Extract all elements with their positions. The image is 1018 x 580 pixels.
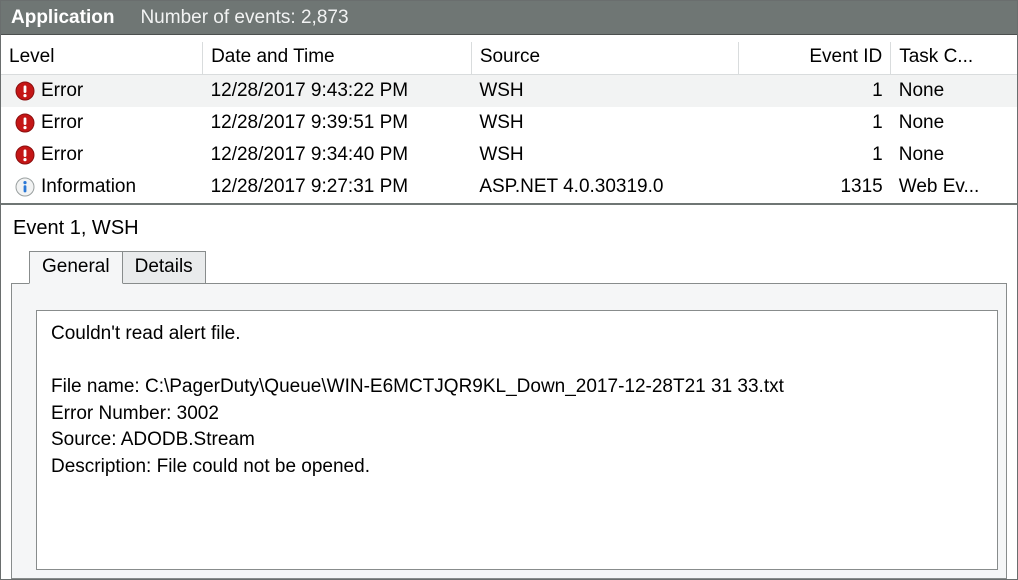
- event-grid-header-row[interactable]: Level Date and Time Source Event ID Task…: [1, 42, 1017, 75]
- table-row[interactable]: Error 12/28/2017 9:34:40 PMWSH1None: [1, 139, 1017, 171]
- cell-date: 12/28/2017 9:27:31 PM: [203, 171, 472, 203]
- error-icon: [15, 81, 35, 101]
- tab-details[interactable]: Details: [122, 251, 206, 284]
- event-count: Number of events: 2,873: [140, 7, 348, 29]
- cell-date: 12/28/2017 9:43:22 PM: [203, 75, 472, 108]
- information-icon: [15, 177, 35, 197]
- log-name: Application: [11, 7, 114, 29]
- level-label: Error: [41, 112, 83, 134]
- cell-date: 12/28/2017 9:39:51 PM: [203, 107, 472, 139]
- cell-task: Web Ev...: [891, 171, 1017, 203]
- event-message[interactable]: Couldn't read alert file. File name: C:\…: [36, 310, 998, 570]
- cell-date: 12/28/2017 9:34:40 PM: [203, 139, 472, 171]
- event-detail-pane: Event 1, WSH General Details Couldn't re…: [1, 205, 1017, 579]
- level-label: Information: [41, 176, 136, 198]
- cell-eventid: 1: [738, 75, 891, 108]
- error-icon: [15, 113, 35, 133]
- cell-task: None: [891, 139, 1017, 171]
- event-detail-title: Event 1, WSH: [13, 217, 1007, 240]
- col-header-date[interactable]: Date and Time: [203, 42, 472, 75]
- detail-tabstrip: General Details: [11, 250, 1007, 283]
- cell-source: WSH: [471, 75, 738, 108]
- col-header-eventid[interactable]: Event ID: [738, 42, 891, 75]
- cell-source: ASP.NET 4.0.30319.0: [471, 171, 738, 203]
- tab-general[interactable]: General: [29, 251, 123, 284]
- tab-body-general: Couldn't read alert file. File name: C:\…: [11, 283, 1007, 579]
- col-header-task[interactable]: Task C...: [891, 42, 1017, 75]
- cell-task: None: [891, 75, 1017, 108]
- event-viewer-pane: Application Number of events: 2,873 Leve…: [0, 0, 1018, 580]
- event-grid-pane: Level Date and Time Source Event ID Task…: [1, 35, 1017, 205]
- cell-source: WSH: [471, 107, 738, 139]
- cell-task: None: [891, 107, 1017, 139]
- level-label: Error: [41, 144, 83, 166]
- event-grid[interactable]: Level Date and Time Source Event ID Task…: [1, 42, 1017, 203]
- cell-eventid: 1: [738, 139, 891, 171]
- cell-eventid: 1: [738, 107, 891, 139]
- col-header-level[interactable]: Level: [1, 42, 203, 75]
- table-row[interactable]: Error 12/28/2017 9:43:22 PMWSH1None: [1, 75, 1017, 108]
- error-icon: [15, 145, 35, 165]
- cell-eventid: 1315: [738, 171, 891, 203]
- level-label: Error: [41, 80, 83, 102]
- table-row[interactable]: Information 12/28/2017 9:27:31 PMASP.NET …: [1, 171, 1017, 203]
- cell-source: WSH: [471, 139, 738, 171]
- table-row[interactable]: Error 12/28/2017 9:39:51 PMWSH1None: [1, 107, 1017, 139]
- title-bar: Application Number of events: 2,873: [1, 1, 1017, 35]
- col-header-source[interactable]: Source: [471, 42, 738, 75]
